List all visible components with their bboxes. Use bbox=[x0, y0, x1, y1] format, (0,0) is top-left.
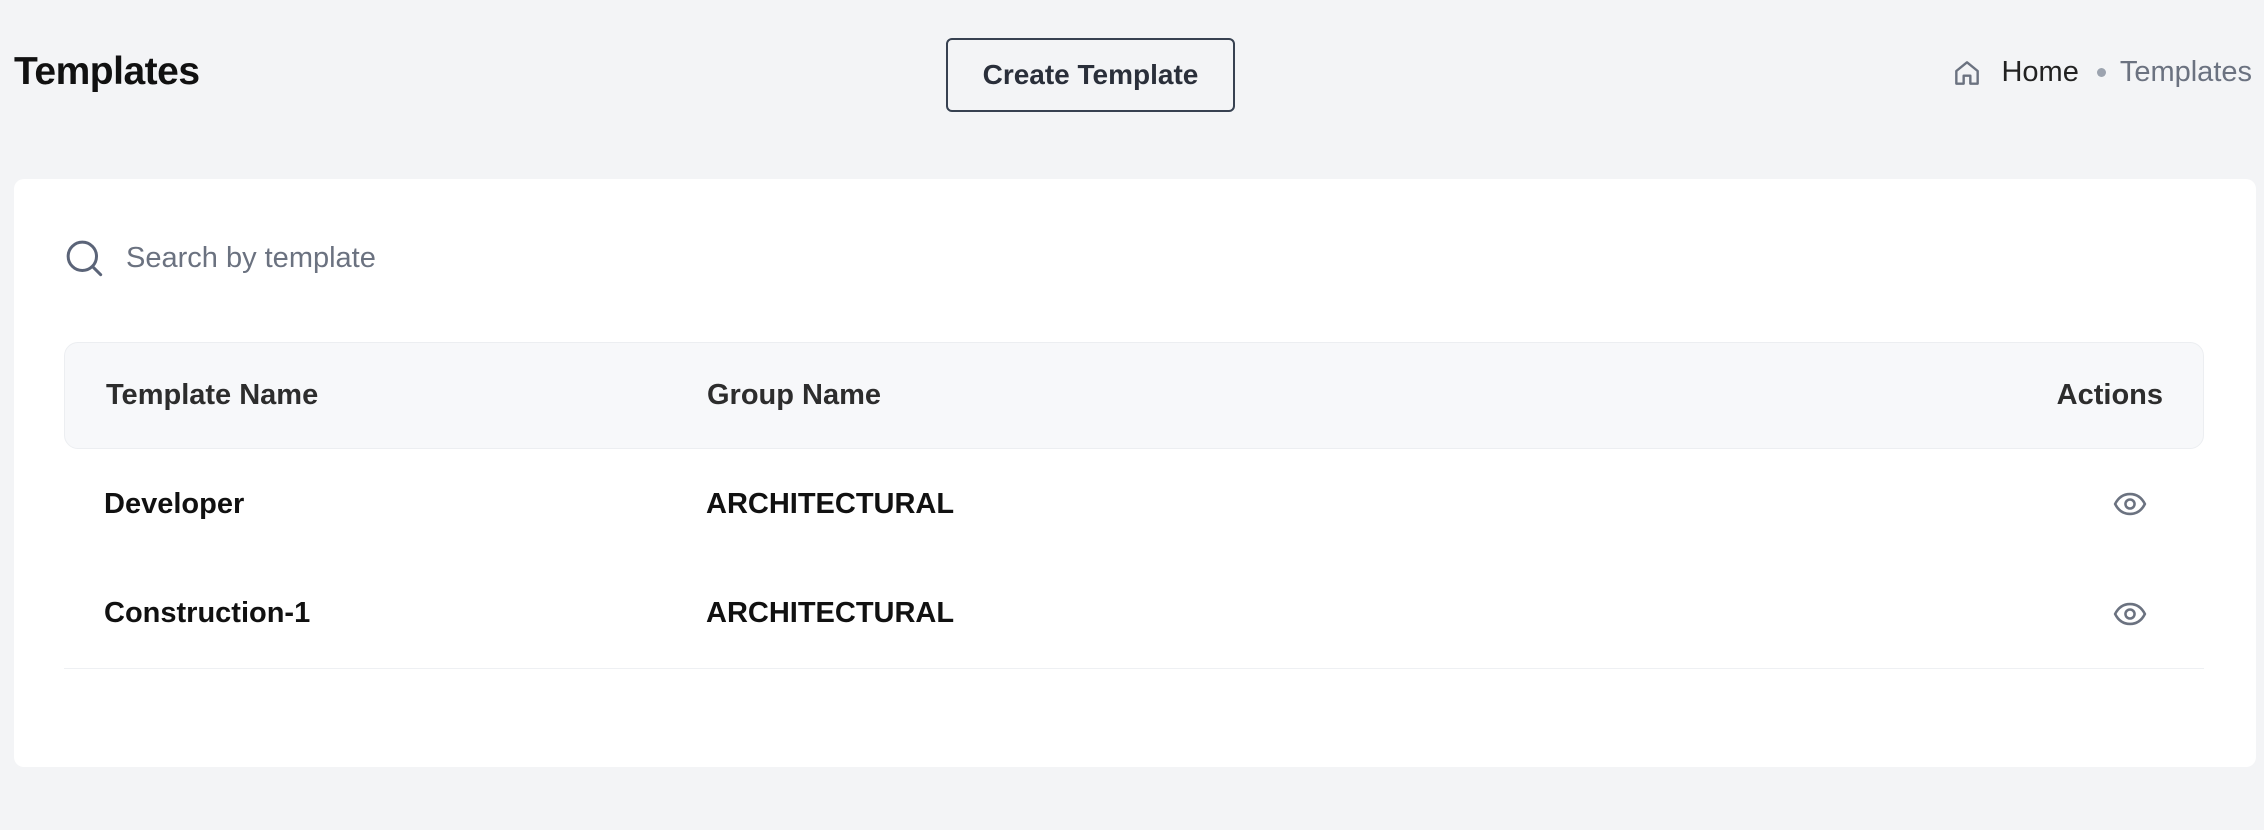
home-icon bbox=[1955, 60, 1980, 85]
search-input[interactable] bbox=[126, 241, 386, 275]
breadcrumb-current: Templates bbox=[2119, 56, 2252, 88]
create-template-button[interactable]: Create Template bbox=[946, 38, 1235, 112]
template-name-cell: Developer bbox=[104, 487, 245, 520]
view-template-button[interactable] bbox=[2112, 486, 2148, 522]
column-header-template-name: Template Name bbox=[106, 379, 319, 411]
templates-page: Templates Create Template Home Templates… bbox=[0, 0, 2264, 830]
templates-card: Template Name Group Name Actions Develop… bbox=[14, 179, 2256, 767]
search-bar bbox=[64, 238, 386, 278]
group-name-cell: ARCHITECTURAL bbox=[706, 597, 955, 629]
column-header-actions: Actions bbox=[2056, 379, 2163, 411]
actions-cell bbox=[2004, 596, 2204, 632]
group-name-cell: ARCHITECTURAL bbox=[706, 487, 955, 520]
breadcrumb-separator bbox=[2096, 68, 2106, 77]
view-template-button[interactable] bbox=[2112, 596, 2148, 632]
breadcrumb: Home Templates bbox=[1951, 56, 2252, 89]
actions-cell bbox=[2004, 486, 2204, 522]
table-row: Construction-1 ARCHITECTURAL bbox=[64, 559, 2204, 669]
table-header: Template Name Group Name Actions bbox=[64, 342, 2204, 449]
breadcrumb-home-link[interactable]: Home bbox=[1951, 56, 2079, 89]
template-name-cell: Construction-1 bbox=[104, 597, 311, 629]
page-title: Templates bbox=[14, 50, 200, 93]
column-header-group-name: Group Name bbox=[707, 379, 882, 411]
table-row: Developer ARCHITECTURAL bbox=[64, 449, 2204, 559]
eye-icon bbox=[2113, 602, 2147, 625]
eye-icon bbox=[2113, 492, 2147, 516]
search-icon bbox=[66, 240, 103, 277]
breadcrumb-home-label: Home bbox=[2001, 56, 2079, 88]
templates-table: Template Name Group Name Actions Develop… bbox=[64, 342, 2204, 669]
